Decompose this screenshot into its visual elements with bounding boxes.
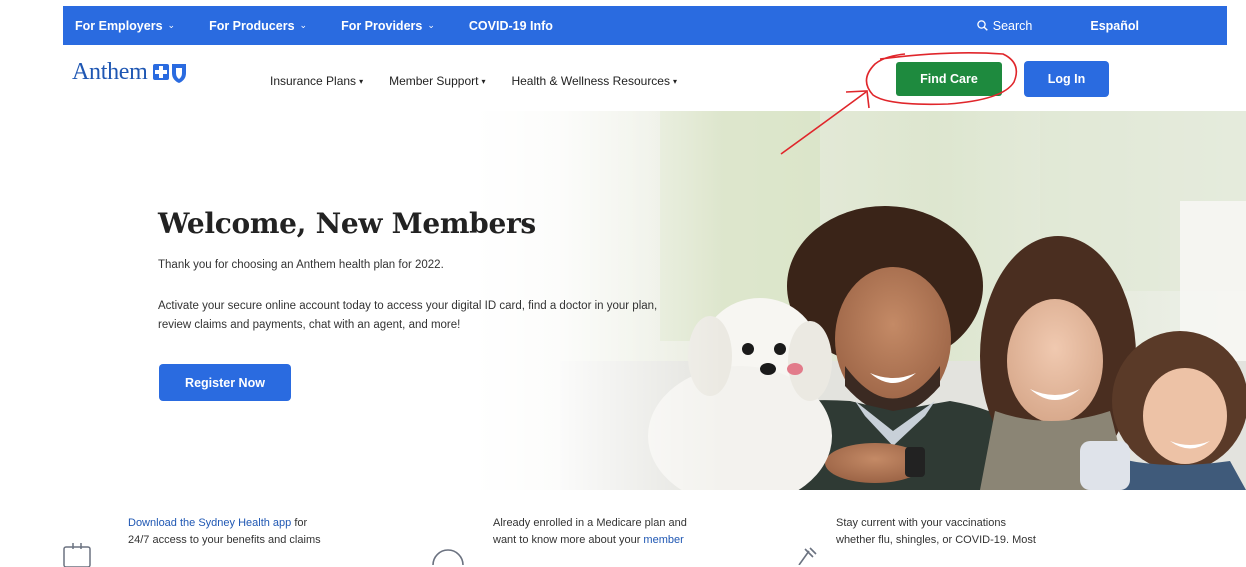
main-navbar: Anthem Insurance Plans ▾ Member Support …	[0, 47, 1246, 111]
hero-subtitle: Thank you for choosing an Anthem health …	[158, 259, 444, 271]
hero-body: Activate your secure online account toda…	[158, 300, 658, 331]
syringe-icon	[798, 547, 817, 565]
member-link[interactable]: member	[643, 534, 683, 546]
search-label: Search	[992, 18, 1033, 33]
health-wellness-label: Health & Wellness Resources	[511, 74, 670, 88]
insurance-plans-menu[interactable]: Insurance Plans ▾	[270, 74, 363, 88]
find-care-button[interactable]: Find Care	[896, 62, 1002, 96]
vaccination-line2: whether flu, shingles, or COVID-19. Most	[836, 534, 1036, 546]
circle-icon	[432, 549, 464, 565]
medicare-line1: Already enrolled in a Medicare plan and	[493, 517, 687, 529]
search-icon	[977, 20, 988, 31]
chevron-down-icon: ▾	[672, 76, 677, 86]
chevron-down-icon: ⌄	[167, 20, 176, 30]
for-producers-link[interactable]: For Producers ⌄	[209, 19, 307, 33]
for-providers-label: For Providers	[341, 18, 423, 33]
hero-title: Welcome, New Members	[158, 207, 536, 240]
utility-bar-inner: For Employers ⌄ For Producers ⌄ For Prov…	[63, 6, 1227, 45]
log-in-button[interactable]: Log In	[1024, 61, 1109, 97]
logo-wordmark: Anthem	[72, 59, 148, 85]
chevron-down-icon: ⌄	[299, 20, 308, 30]
for-producers-label: For Producers	[209, 18, 295, 33]
member-support-label: Member Support	[389, 74, 479, 88]
covid-info-label: COVID-19 Info	[468, 18, 553, 33]
insurance-plans-label: Insurance Plans	[270, 74, 357, 88]
chevron-down-icon: ▾	[481, 76, 486, 86]
info-cards: Download the Sydney Health app for 24/7 …	[0, 490, 1246, 567]
vaccination-line1: Stay current with your vaccinations	[836, 517, 1006, 529]
for-providers-link[interactable]: For Providers ⌄	[341, 19, 435, 33]
for-employers-link[interactable]: For Employers ⌄	[75, 19, 175, 33]
sydney-line1-rest: for	[291, 517, 308, 529]
phone-app-icon	[63, 543, 91, 567]
chevron-down-icon: ▾	[359, 76, 364, 86]
covid-info-link[interactable]: COVID-19 Info	[469, 19, 553, 33]
medicare-line2-start: want to know more about your	[493, 534, 644, 546]
register-now-button[interactable]: Register Now	[159, 364, 291, 401]
sydney-line2: 24/7 access to your benefits and claims	[128, 534, 321, 546]
utility-bar-right: Search Español	[977, 6, 1227, 45]
health-wellness-menu[interactable]: Health & Wellness Resources ▾	[511, 74, 677, 88]
search-link[interactable]: Search	[977, 18, 1033, 33]
anthem-logo[interactable]: Anthem	[72, 59, 188, 86]
for-employers-label: For Employers	[75, 18, 163, 33]
language-toggle-link[interactable]: Español	[1090, 19, 1139, 33]
member-support-menu[interactable]: Member Support ▾	[389, 74, 485, 88]
utility-bar: For Employers ⌄ For Producers ⌄ For Prov…	[0, 0, 1246, 47]
blue-cross-blue-shield-icon	[152, 61, 188, 85]
main-menu: Insurance Plans ▾ Member Support ▾ Healt…	[270, 74, 703, 88]
hero-banner: Welcome, New Members Thank you for choos…	[0, 111, 1246, 490]
chevron-down-icon: ⌄	[427, 20, 435, 30]
sydney-app-link[interactable]: Download the Sydney Health app	[128, 517, 291, 529]
